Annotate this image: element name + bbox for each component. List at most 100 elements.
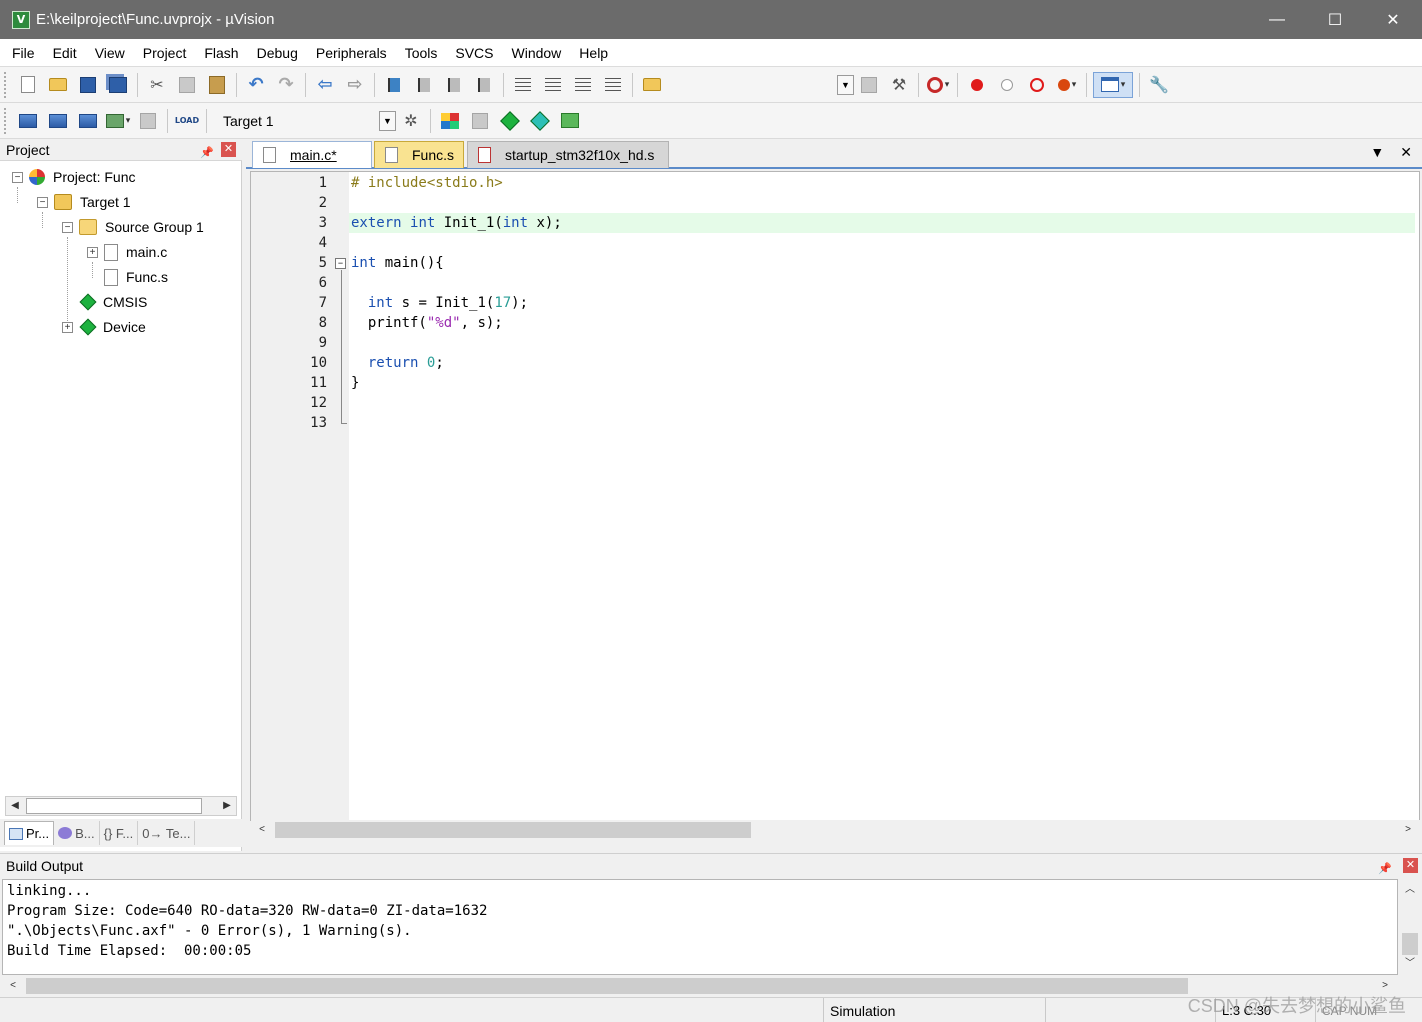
tree-file-main-c[interactable]: + main.c bbox=[87, 240, 167, 264]
close-window-button[interactable]: ✕ bbox=[1364, 0, 1422, 39]
new-file-button[interactable] bbox=[15, 72, 41, 98]
window-layout-button[interactable]: ▾ bbox=[1093, 71, 1133, 98]
menu-project[interactable]: Project bbox=[134, 39, 196, 67]
scrollbar-thumb[interactable] bbox=[26, 978, 1188, 994]
menu-flash[interactable]: Flash bbox=[195, 39, 247, 67]
scroll-right-icon[interactable]: > bbox=[1399, 821, 1417, 839]
scrollbar-thumb[interactable] bbox=[1402, 933, 1418, 955]
clear-bookmarks-button[interactable] bbox=[471, 72, 497, 98]
pin-icon[interactable]: 📌 bbox=[200, 142, 214, 164]
translate-button[interactable] bbox=[15, 108, 41, 134]
find-button[interactable] bbox=[856, 72, 882, 98]
maximize-button[interactable]: ☐ bbox=[1306, 0, 1364, 39]
tab-func-s[interactable]: Func.s bbox=[374, 141, 464, 168]
rebuild-button[interactable] bbox=[75, 108, 101, 134]
menu-view[interactable]: View bbox=[86, 39, 134, 67]
collapse-icon[interactable]: − bbox=[37, 196, 48, 208]
scrollbar-thumb[interactable] bbox=[26, 798, 202, 814]
previous-bookmark-button[interactable] bbox=[411, 72, 437, 98]
target-select[interactable]: Target 1 ▼ bbox=[217, 110, 396, 132]
comment-button[interactable] bbox=[570, 72, 596, 98]
tab-project[interactable]: Pr... bbox=[4, 821, 55, 845]
batch-build-button[interactable]: ▾ bbox=[105, 108, 131, 134]
build-output-text[interactable]: linking... Program Size: Code=640 RO-dat… bbox=[2, 879, 1398, 975]
tab-books[interactable]: B... bbox=[54, 821, 100, 845]
insert-breakpoint-button[interactable] bbox=[964, 72, 990, 98]
paste-button[interactable] bbox=[204, 72, 230, 98]
project-panel-scrollbar[interactable]: ◀ ▶ bbox=[5, 796, 237, 816]
pin-icon[interactable]: 📌 bbox=[1378, 857, 1392, 881]
copy-button[interactable] bbox=[174, 72, 200, 98]
insert-bookmark-button[interactable] bbox=[381, 72, 407, 98]
tab-main-c[interactable]: main.c* bbox=[252, 141, 372, 168]
file-extensions-button[interactable] bbox=[467, 108, 493, 134]
incremental-find-button[interactable]: ⚒ bbox=[886, 72, 912, 98]
options-for-target-button[interactable]: ✲ bbox=[398, 108, 424, 134]
download-button[interactable]: LOAD bbox=[174, 108, 200, 134]
build-output-vertical-scrollbar[interactable]: ︿ ﹀ bbox=[1400, 879, 1420, 975]
open-file-button[interactable] bbox=[45, 72, 71, 98]
scroll-right-icon[interactable]: ▶ bbox=[218, 797, 236, 815]
close-tab-icon[interactable]: ✕ bbox=[1400, 144, 1412, 161]
find-in-files-button[interactable] bbox=[639, 72, 665, 98]
tab-templates[interactable]: 0→ Te... bbox=[138, 821, 196, 845]
collapse-icon[interactable]: − bbox=[12, 171, 23, 183]
fold-collapse-icon[interactable]: − bbox=[335, 258, 346, 269]
pack-installer-button[interactable] bbox=[557, 108, 583, 134]
expand-icon[interactable]: + bbox=[87, 246, 98, 258]
cut-button[interactable]: ✂ bbox=[144, 72, 170, 98]
code-editor[interactable]: 1 2 3 4 5 6 7 8 9 10 11 12 13 − # includ… bbox=[250, 171, 1421, 840]
enable-breakpoint-button[interactable] bbox=[994, 72, 1020, 98]
save-button[interactable] bbox=[75, 72, 101, 98]
uncomment-button[interactable] bbox=[600, 72, 626, 98]
menu-debug[interactable]: Debug bbox=[248, 39, 307, 67]
save-all-button[interactable] bbox=[105, 72, 131, 98]
tree-cmsis-node[interactable]: CMSIS bbox=[62, 290, 147, 314]
stop-build-button[interactable] bbox=[135, 108, 161, 134]
tab-functions[interactable]: {} F... bbox=[100, 821, 139, 845]
tab-startup-file[interactable]: startup_stm32f10x_hd.s bbox=[467, 141, 669, 168]
manage-project-items-button[interactable] bbox=[437, 108, 463, 134]
collapse-icon[interactable]: − bbox=[62, 221, 73, 233]
navigate-forward-button[interactable]: ⇨ bbox=[342, 72, 368, 98]
menu-window[interactable]: Window bbox=[503, 39, 571, 67]
start-debug-button[interactable]: ▾ bbox=[925, 72, 951, 98]
indent-button[interactable] bbox=[510, 72, 536, 98]
manage-rte-button[interactable] bbox=[497, 108, 523, 134]
scroll-up-icon[interactable]: ︿ bbox=[1401, 881, 1419, 899]
disable-all-breakpoints-button[interactable] bbox=[1024, 72, 1050, 98]
configure-button[interactable]: 🔧 bbox=[1146, 72, 1172, 98]
menu-file[interactable]: File bbox=[0, 39, 44, 67]
tree-target-node[interactable]: − Target 1 bbox=[37, 190, 131, 214]
menu-tools[interactable]: Tools bbox=[396, 39, 447, 67]
menu-svcs[interactable]: SVCS bbox=[446, 39, 502, 67]
expand-icon[interactable]: + bbox=[62, 321, 73, 333]
select-packs-button[interactable] bbox=[527, 108, 553, 134]
tree-group-node[interactable]: − Source Group 1 bbox=[62, 215, 204, 239]
scroll-left-icon[interactable]: < bbox=[253, 821, 271, 839]
scroll-down-icon[interactable]: ﹀ bbox=[1401, 955, 1419, 973]
kill-all-breakpoints-button[interactable]: ▾ bbox=[1054, 72, 1080, 98]
next-bookmark-button[interactable] bbox=[441, 72, 467, 98]
scroll-left-icon[interactable]: < bbox=[4, 977, 22, 995]
minimize-button[interactable]: — bbox=[1248, 0, 1306, 39]
find-combo-dropdown[interactable]: ▼ bbox=[837, 74, 854, 95]
menu-peripherals[interactable]: Peripherals bbox=[307, 39, 396, 67]
tree-device-node[interactable]: + Device bbox=[62, 315, 146, 339]
close-panel-button[interactable]: ✕ bbox=[1403, 858, 1418, 873]
build-button[interactable] bbox=[45, 108, 71, 134]
scroll-left-icon[interactable]: ◀ bbox=[6, 797, 24, 815]
toolbar-grip[interactable] bbox=[4, 71, 10, 98]
scrollbar-thumb[interactable] bbox=[275, 822, 751, 838]
navigate-back-button[interactable]: ⇦ bbox=[312, 72, 338, 98]
close-panel-button[interactable]: ✕ bbox=[221, 142, 236, 157]
redo-button[interactable]: ↷ bbox=[273, 72, 299, 98]
tab-list-dropdown-icon[interactable]: ▼ bbox=[1370, 144, 1384, 161]
menu-edit[interactable]: Edit bbox=[44, 39, 86, 67]
unindent-button[interactable] bbox=[540, 72, 566, 98]
tree-file-func-s[interactable]: Func.s bbox=[87, 265, 168, 289]
editor-horizontal-scrollbar[interactable]: < > bbox=[251, 820, 1421, 840]
toolbar-grip[interactable] bbox=[4, 107, 10, 134]
menu-help[interactable]: Help bbox=[570, 39, 617, 67]
tree-project-node[interactable]: − Project: Func bbox=[12, 165, 135, 189]
